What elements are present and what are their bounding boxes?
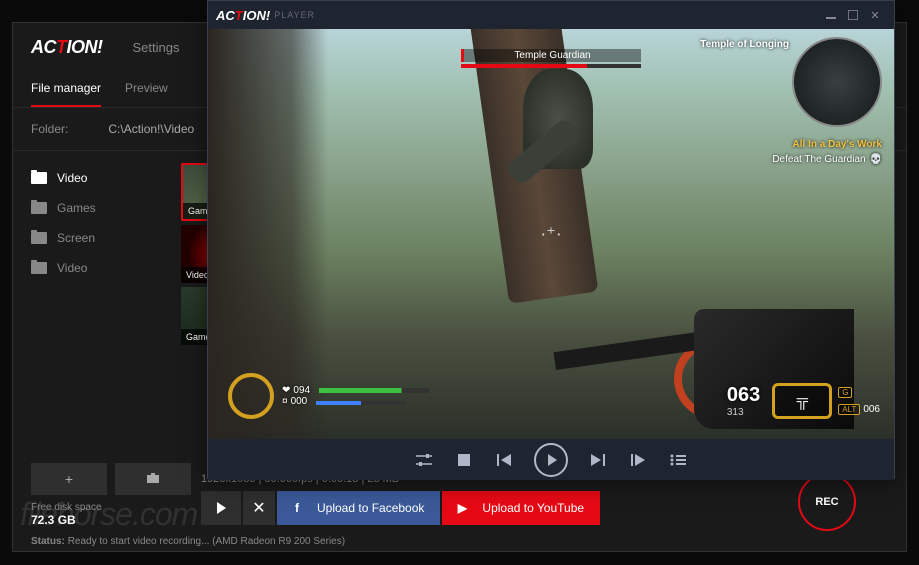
crosshair-icon: ·⁺·	[540, 224, 562, 245]
export-icon	[146, 471, 160, 487]
key-hint-alt: ALT	[838, 404, 860, 415]
smg-icon: ╦	[797, 392, 808, 410]
heart-icon: ❤	[282, 385, 290, 396]
export-button[interactable]	[115, 463, 191, 495]
disk-value: 72.3 GB	[31, 513, 102, 527]
enemy-hp-bar	[461, 64, 641, 68]
youtube-icon: ▶	[452, 498, 472, 518]
mana-bar	[316, 401, 406, 405]
status-bar: Status: Ready to start video recording..…	[31, 536, 345, 547]
sidebar-item-video[interactable]: Video	[31, 163, 155, 193]
play-pause-button[interactable]	[534, 443, 568, 477]
prev-button[interactable]	[494, 450, 514, 470]
close-icon: ✕	[252, 498, 265, 518]
ammo-reserve: 313	[727, 407, 766, 418]
sidebar-item-screen[interactable]: Screen	[31, 223, 155, 253]
minimize-button[interactable]	[820, 6, 842, 24]
hp-value: 094	[293, 385, 310, 396]
game-scene: ·⁺· Temple Guardian Temple of Longing Al…	[208, 29, 894, 439]
player-title-sub: PLAYER	[274, 10, 315, 20]
sidebar-item-games[interactable]: Games	[31, 193, 155, 223]
maximize-button[interactable]	[842, 6, 864, 24]
button-label: Upload to Facebook	[317, 501, 424, 515]
player-titlebar[interactable]: ACTION! PLAYER ✕	[208, 1, 894, 29]
weapon-slot: ╦	[772, 383, 832, 419]
settings-sliders-icon[interactable]	[414, 450, 434, 470]
tab-preview[interactable]: Preview	[125, 71, 168, 107]
player-logo: ACTION!	[216, 8, 270, 23]
logo-part: AC	[31, 37, 56, 57]
play-button[interactable]	[201, 491, 241, 525]
minimap	[792, 37, 882, 127]
money-value: 000	[291, 396, 308, 407]
sidebar-item-video2[interactable]: Video	[31, 253, 155, 283]
logo-part: T	[56, 37, 67, 57]
play-icon	[217, 502, 226, 514]
sidebar-item-label: Games	[57, 201, 96, 215]
player-controls	[208, 439, 894, 480]
enemy-health-bar: Temple Guardian	[461, 49, 641, 68]
objectives: All In a Day's Work Defeat The Guardian …	[772, 139, 882, 165]
region-label: Temple of Longing	[700, 39, 789, 50]
key-hint-g: G	[838, 387, 852, 398]
scene-enemy	[508, 69, 608, 249]
sidebar: Video Games Screen Video	[13, 151, 173, 361]
next-button[interactable]	[588, 450, 608, 470]
sidebar-item-label: Video	[57, 261, 87, 275]
playlist-button[interactable]	[668, 450, 688, 470]
folder-icon	[31, 172, 47, 184]
folder-icon	[31, 202, 47, 214]
folder-label: Folder:	[31, 122, 68, 136]
action-bar: ✕ f Upload to Facebook ▶ Upload to YouTu…	[201, 491, 600, 525]
objective-item: Defeat The Guardian 💀	[772, 154, 882, 165]
hp-bar	[319, 388, 429, 393]
status-text: Ready to start video recording...	[68, 536, 210, 547]
folder-path[interactable]: C:\Action!\Video	[108, 122, 194, 136]
upload-youtube-button[interactable]: ▶ Upload to YouTube	[442, 491, 600, 525]
bottom-button-bar: +	[31, 463, 191, 495]
plus-icon: +	[65, 471, 73, 487]
upload-facebook-button[interactable]: f Upload to Facebook	[277, 491, 440, 525]
money-icon: ¤	[282, 396, 288, 407]
folder-icon	[31, 262, 47, 274]
sidebar-item-label: Screen	[57, 231, 95, 245]
sidebar-item-label: Video	[57, 171, 87, 185]
skull-icon: 💀	[870, 154, 882, 165]
play-icon	[548, 454, 557, 466]
status-gpu: (AMD Radeon R9 200 Series)	[212, 536, 345, 547]
folder-icon	[31, 232, 47, 244]
hud-right: 063 313 ╦ G ALT 006	[727, 383, 880, 419]
secondary-ammo: 006	[863, 404, 880, 415]
facebook-icon: f	[287, 498, 307, 518]
disk-label: Free disk space	[31, 502, 102, 513]
disk-space-info: Free disk space 72.3 GB	[31, 502, 102, 527]
objective-title: All In a Day's Work	[772, 139, 882, 150]
hud-left: ❤ 094 ¤ 000	[228, 373, 429, 419]
enemy-name: Temple Guardian	[461, 49, 641, 62]
close-window-button[interactable]: ✕	[864, 6, 886, 24]
add-button[interactable]: +	[31, 463, 107, 495]
app-logo: ACTION!	[31, 37, 103, 58]
stop-button[interactable]	[454, 450, 474, 470]
close-button[interactable]: ✕	[243, 491, 275, 525]
player-video-area[interactable]: ·⁺· Temple Guardian Temple of Longing Al…	[208, 29, 894, 439]
status-label: Status:	[31, 536, 65, 547]
frame-step-button[interactable]	[628, 450, 648, 470]
titlebar-controls: ✕	[820, 6, 886, 24]
logo-part: ION!	[67, 37, 103, 57]
tab-file-manager[interactable]: File manager	[31, 71, 101, 107]
button-label: Upload to YouTube	[482, 501, 584, 515]
player-ring-icon	[228, 373, 274, 419]
settings-link[interactable]: Settings	[133, 40, 180, 55]
rec-label: REC	[815, 496, 838, 508]
ammo-main: 063	[727, 384, 760, 407]
record-button[interactable]: REC	[798, 473, 856, 531]
player-window: ACTION! PLAYER ✕ ·⁺· Temple Guardian	[207, 0, 895, 479]
